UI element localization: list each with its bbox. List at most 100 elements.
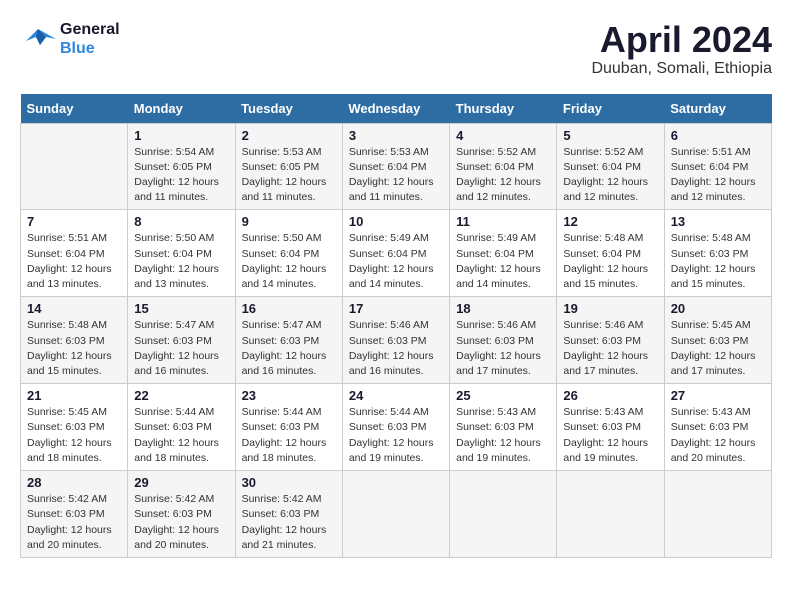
calendar-cell: 4 Sunrise: 5:52 AMSunset: 6:04 PMDaylight… xyxy=(450,123,557,210)
day-number: 13 xyxy=(671,214,765,229)
day-info: Sunrise: 5:45 AMSunset: 6:03 PMDaylight:… xyxy=(671,318,765,379)
day-number: 6 xyxy=(671,128,765,143)
day-info: Sunrise: 5:43 AMSunset: 6:03 PMDaylight:… xyxy=(456,405,550,466)
day-info: Sunrise: 5:49 AMSunset: 6:04 PMDaylight:… xyxy=(456,231,550,292)
day-number: 23 xyxy=(242,388,336,403)
weekday-header-sunday: Sunday xyxy=(21,94,128,124)
day-info: Sunrise: 5:45 AMSunset: 6:03 PMDaylight:… xyxy=(27,405,121,466)
weekday-header-thursday: Thursday xyxy=(450,94,557,124)
calendar-cell: 19 Sunrise: 5:46 AMSunset: 6:03 PMDayligh… xyxy=(557,297,664,384)
calendar-cell xyxy=(557,471,664,558)
day-info: Sunrise: 5:46 AMSunset: 6:03 PMDaylight:… xyxy=(563,318,657,379)
day-number: 16 xyxy=(242,301,336,316)
day-number: 19 xyxy=(563,301,657,316)
day-number: 18 xyxy=(456,301,550,316)
day-number: 2 xyxy=(242,128,336,143)
day-info: Sunrise: 5:48 AMSunset: 6:03 PMDaylight:… xyxy=(671,231,765,292)
day-info: Sunrise: 5:54 AMSunset: 6:05 PMDaylight:… xyxy=(134,145,228,206)
day-info: Sunrise: 5:51 AMSunset: 6:04 PMDaylight:… xyxy=(671,145,765,206)
calendar-cell xyxy=(21,123,128,210)
day-info: Sunrise: 5:42 AMSunset: 6:03 PMDaylight:… xyxy=(134,492,228,553)
calendar-cell: 20 Sunrise: 5:45 AMSunset: 6:03 PMDayligh… xyxy=(664,297,771,384)
calendar-cell: 5Sunrise: 5:52 AMSunset: 6:04 PMDaylight… xyxy=(557,123,664,210)
calendar-cell: 30Sunrise: 5:42 AMSunset: 6:03 PMDayligh… xyxy=(235,471,342,558)
day-info: Sunrise: 5:42 AMSunset: 6:03 PMDaylight:… xyxy=(242,492,336,553)
calendar-cell: 21Sunrise: 5:45 AMSunset: 6:03 PMDayligh… xyxy=(21,384,128,471)
calendar-cell: 9Sunrise: 5:50 AMSunset: 6:04 PMDaylight… xyxy=(235,210,342,297)
day-info: Sunrise: 5:53 AMSunset: 6:05 PMDaylight:… xyxy=(242,145,336,206)
calendar-cell: 24 Sunrise: 5:44 AMSunset: 6:03 PMDayligh… xyxy=(342,384,449,471)
logo: General Blue xyxy=(20,20,120,58)
day-info: Sunrise: 5:46 AMSunset: 6:03 PMDaylight:… xyxy=(456,318,550,379)
calendar-cell: 22 Sunrise: 5:44 AMSunset: 6:03 PMDayligh… xyxy=(128,384,235,471)
day-info: Sunrise: 5:44 AMSunset: 6:03 PMDaylight:… xyxy=(242,405,336,466)
logo-line2: Blue xyxy=(60,39,120,58)
day-info: Sunrise: 5:48 AMSunset: 6:03 PMDaylight:… xyxy=(27,318,121,379)
calendar-cell: 12Sunrise: 5:48 AMSunset: 6:04 PMDayligh… xyxy=(557,210,664,297)
day-number: 15 xyxy=(134,301,228,316)
calendar-week-2: 7 Sunrise: 5:51 AMSunset: 6:04 PMDaylight… xyxy=(21,210,772,297)
day-number: 24 xyxy=(349,388,443,403)
calendar-cell: 6 Sunrise: 5:51 AMSunset: 6:04 PMDaylight… xyxy=(664,123,771,210)
day-info: Sunrise: 5:49 AMSunset: 6:04 PMDaylight:… xyxy=(349,231,443,292)
day-info: Sunrise: 5:47 AMSunset: 6:03 PMDaylight:… xyxy=(134,318,228,379)
calendar-week-3: 14 Sunrise: 5:48 AMSunset: 6:03 PMDayligh… xyxy=(21,297,772,384)
day-number: 4 xyxy=(456,128,550,143)
day-info: Sunrise: 5:44 AMSunset: 6:03 PMDaylight:… xyxy=(349,405,443,466)
day-number: 17 xyxy=(349,301,443,316)
calendar-cell: 3Sunrise: 5:53 AMSunset: 6:04 PMDaylight… xyxy=(342,123,449,210)
calendar-cell: 8 Sunrise: 5:50 AMSunset: 6:04 PMDaylight… xyxy=(128,210,235,297)
day-number: 12 xyxy=(563,214,657,229)
calendar-cell: 10 Sunrise: 5:49 AMSunset: 6:04 PMDayligh… xyxy=(342,210,449,297)
calendar-cell: 29Sunrise: 5:42 AMSunset: 6:03 PMDayligh… xyxy=(128,471,235,558)
logo-icon xyxy=(20,25,56,53)
day-number: 9 xyxy=(242,214,336,229)
day-number: 5 xyxy=(563,128,657,143)
calendar-cell: 27 Sunrise: 5:43 AMSunset: 6:03 PMDayligh… xyxy=(664,384,771,471)
calendar-cell: 25 Sunrise: 5:43 AMSunset: 6:03 PMDayligh… xyxy=(450,384,557,471)
calendar-cell: 13 Sunrise: 5:48 AMSunset: 6:03 PMDayligh… xyxy=(664,210,771,297)
day-number: 14 xyxy=(27,301,121,316)
weekday-header-friday: Friday xyxy=(557,94,664,124)
day-info: Sunrise: 5:51 AMSunset: 6:04 PMDaylight:… xyxy=(27,231,121,292)
weekday-header-row: SundayMondayTuesdayWednesdayThursdayFrid… xyxy=(21,94,772,124)
day-number: 22 xyxy=(134,388,228,403)
calendar-cell: 14 Sunrise: 5:48 AMSunset: 6:03 PMDayligh… xyxy=(21,297,128,384)
day-info: Sunrise: 5:46 AMSunset: 6:03 PMDaylight:… xyxy=(349,318,443,379)
title-block: April 2024 Duuban, Somali, Ethiopia xyxy=(591,20,772,78)
day-number: 8 xyxy=(134,214,228,229)
day-info: Sunrise: 5:42 AMSunset: 6:03 PMDaylight:… xyxy=(27,492,121,553)
calendar-week-1: 1 Sunrise: 5:54 AMSunset: 6:05 PMDaylight… xyxy=(21,123,772,210)
calendar-cell: 11 Sunrise: 5:49 AMSunset: 6:04 PMDayligh… xyxy=(450,210,557,297)
weekday-header-monday: Monday xyxy=(128,94,235,124)
calendar-cell xyxy=(450,471,557,558)
day-number: 10 xyxy=(349,214,443,229)
calendar-cell: 26 Sunrise: 5:43 AMSunset: 6:03 PMDayligh… xyxy=(557,384,664,471)
day-info: Sunrise: 5:52 AMSunset: 6:04 PMDaylight:… xyxy=(456,145,550,206)
calendar-cell: 28Sunrise: 5:42 AMSunset: 6:03 PMDayligh… xyxy=(21,471,128,558)
day-number: 25 xyxy=(456,388,550,403)
calendar-cell: 1 Sunrise: 5:54 AMSunset: 6:05 PMDaylight… xyxy=(128,123,235,210)
day-number: 20 xyxy=(671,301,765,316)
day-info: Sunrise: 5:43 AMSunset: 6:03 PMDaylight:… xyxy=(671,405,765,466)
day-number: 1 xyxy=(134,128,228,143)
month-title: April 2024 xyxy=(591,20,772,60)
calendar-cell: 7 Sunrise: 5:51 AMSunset: 6:04 PMDaylight… xyxy=(21,210,128,297)
day-number: 27 xyxy=(671,388,765,403)
day-info: Sunrise: 5:50 AMSunset: 6:04 PMDaylight:… xyxy=(134,231,228,292)
weekday-header-saturday: Saturday xyxy=(664,94,771,124)
day-info: Sunrise: 5:44 AMSunset: 6:03 PMDaylight:… xyxy=(134,405,228,466)
calendar-cell: 17 Sunrise: 5:46 AMSunset: 6:03 PMDayligh… xyxy=(342,297,449,384)
day-info: Sunrise: 5:43 AMSunset: 6:03 PMDaylight:… xyxy=(563,405,657,466)
logo-line1: General xyxy=(60,20,120,39)
day-info: Sunrise: 5:53 AMSunset: 6:04 PMDaylight:… xyxy=(349,145,443,206)
weekday-header-wednesday: Wednesday xyxy=(342,94,449,124)
calendar-week-4: 21Sunrise: 5:45 AMSunset: 6:03 PMDayligh… xyxy=(21,384,772,471)
day-info: Sunrise: 5:47 AMSunset: 6:03 PMDaylight:… xyxy=(242,318,336,379)
calendar-cell: 15 Sunrise: 5:47 AMSunset: 6:03 PMDayligh… xyxy=(128,297,235,384)
location-label: Duuban, Somali, Ethiopia xyxy=(591,60,772,78)
day-number: 7 xyxy=(27,214,121,229)
calendar-cell xyxy=(342,471,449,558)
day-number: 26 xyxy=(563,388,657,403)
day-number: 11 xyxy=(456,214,550,229)
